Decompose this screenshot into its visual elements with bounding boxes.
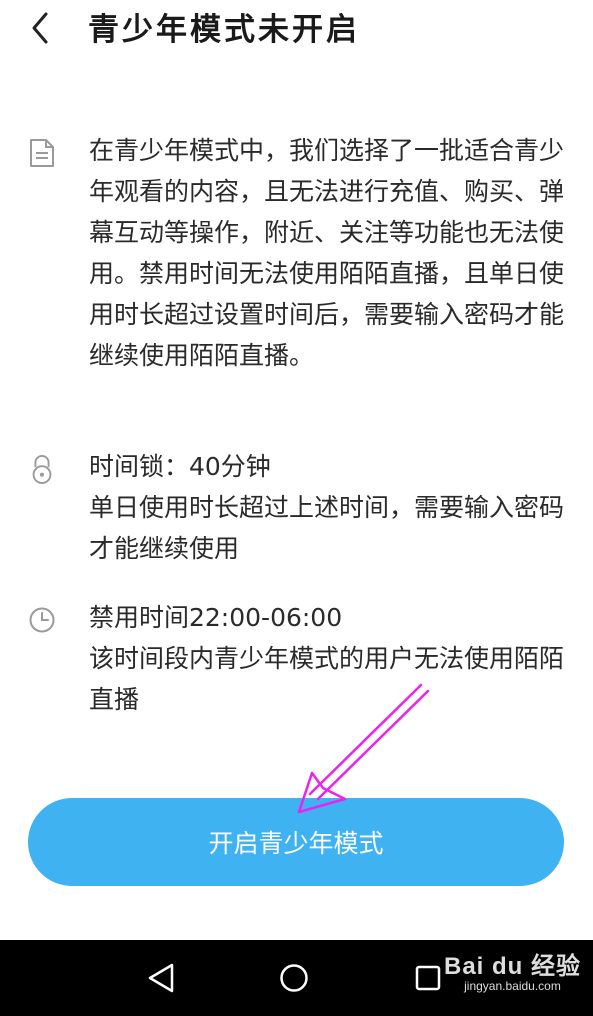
recents-square-icon[interactable] — [410, 960, 446, 996]
disabled-time-description: 该时间段内青少年模式的用户无法使用陌陌直播 — [89, 644, 565, 714]
document-icon — [30, 139, 54, 167]
time-lock-title: 时间锁：40分钟 — [89, 452, 271, 481]
clock-icon — [29, 607, 55, 633]
lock-icon — [32, 454, 52, 484]
time-lock-description: 单日使用时长超过上述时间，需要输入密码才能继续使用 — [89, 493, 565, 563]
system-nav-bar: Bai du 经验 jingyan.baidu.com — [0, 940, 593, 1016]
enable-teen-mode-button[interactable]: 开启青少年模式 — [28, 798, 564, 886]
watermark-url: jingyan.baidu.com — [464, 979, 561, 993]
baidu-jingyan-watermark: Bai du 经验 jingyan.baidu.com — [444, 946, 581, 993]
top-bar: 青少年模式未开启 — [0, 0, 593, 60]
watermark-logo: Bai du 经验 — [443, 953, 581, 980]
chevron-left-icon[interactable] — [24, 6, 64, 46]
content-description: 在青少年模式中，我们选择了一批适合青少年观看的内容，且无法进行充值、购买、弹幕互… — [89, 136, 565, 370]
page-title: 青少年模式未开启 — [88, 12, 360, 48]
disabled-time-title: 禁用时间22:00-06:00 — [89, 603, 343, 632]
home-circle-icon[interactable] — [276, 960, 312, 996]
back-triangle-icon[interactable] — [144, 960, 180, 996]
